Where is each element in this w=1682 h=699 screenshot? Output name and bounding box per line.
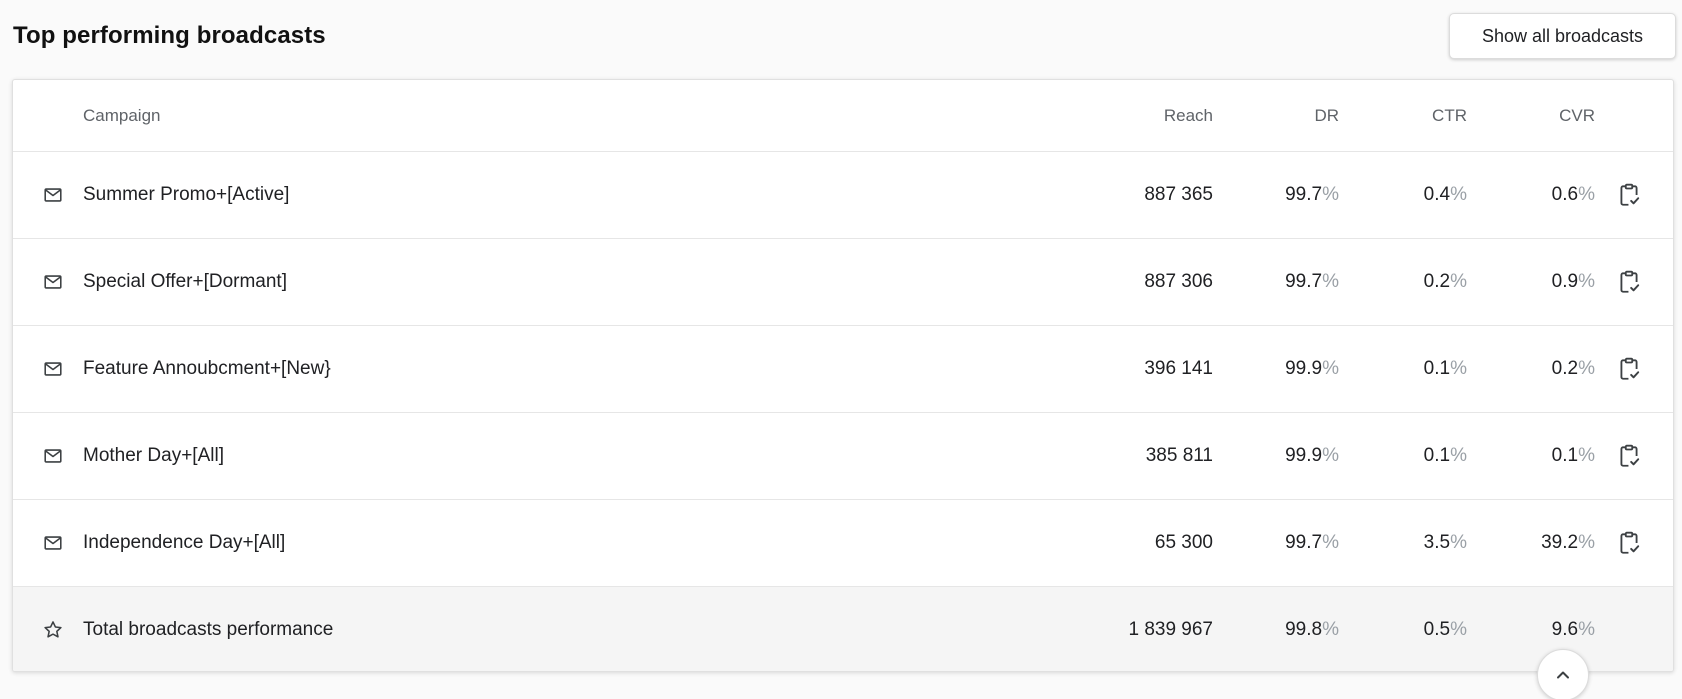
column-header-campaign[interactable]: Campaign <box>83 80 683 151</box>
campaign-name[interactable]: Special Offer+[Dormant] <box>83 239 683 325</box>
reach-value: 887 306 <box>1144 271 1213 292</box>
dr-value: 99.9% <box>1285 445 1339 466</box>
clipboard-check-icon[interactable] <box>1613 152 1645 238</box>
clipboard-check-icon[interactable] <box>1613 413 1645 499</box>
ctr-value: 0.4% <box>1423 184 1467 205</box>
table-row[interactable]: Feature Annoubcment+[New} 396 141 99.9% … <box>13 326 1673 413</box>
total-dr: 99.8% <box>1285 618 1339 640</box>
cvr-value: 0.1% <box>1551 445 1595 466</box>
mail-icon <box>41 326 65 412</box>
show-all-broadcasts-button[interactable]: Show all broadcasts <box>1449 13 1676 59</box>
clipboard-check-icon[interactable] <box>1613 239 1645 325</box>
chevron-up-icon <box>1553 665 1573 685</box>
campaign-name[interactable]: Mother Day+[All] <box>83 413 683 499</box>
cvr-value: 39.2% <box>1541 532 1595 553</box>
table-body: Summer Promo+[Active] 887 365 99.7% 0.4%… <box>13 152 1673 587</box>
reach-value: 887 365 <box>1144 184 1213 205</box>
page: Top performing broadcasts Show all broad… <box>0 0 1682 699</box>
column-header-ctr[interactable]: CTR <box>1339 80 1467 151</box>
cvr-value: 0.9% <box>1551 271 1595 292</box>
column-header-cvr[interactable]: CVR <box>1467 80 1595 151</box>
mail-icon <box>41 239 65 325</box>
reach-value: 396 141 <box>1144 358 1213 379</box>
dr-value: 99.7% <box>1285 532 1339 553</box>
dr-value: 99.7% <box>1285 271 1339 292</box>
total-label: Total broadcasts performance <box>83 618 334 640</box>
clipboard-check-icon[interactable] <box>1613 500 1645 586</box>
clipboard-check-icon[interactable] <box>1613 326 1645 412</box>
column-header-reach[interactable]: Reach <box>993 80 1213 151</box>
campaign-name[interactable]: Feature Annoubcment+[New} <box>83 326 683 412</box>
total-reach: 1 839 967 <box>1128 618 1213 640</box>
section-header: Top performing broadcasts Show all broad… <box>0 0 1682 72</box>
table-row[interactable]: Summer Promo+[Active] 887 365 99.7% 0.4%… <box>13 152 1673 239</box>
mail-icon <box>41 500 65 586</box>
dr-value: 99.9% <box>1285 358 1339 379</box>
mail-icon <box>41 413 65 499</box>
cvr-value: 0.6% <box>1551 184 1595 205</box>
total-ctr: 0.5% <box>1423 618 1467 640</box>
table-row[interactable]: Mother Day+[All] 385 811 99.9% 0.1% 0.1% <box>13 413 1673 500</box>
ctr-value: 0.1% <box>1423 445 1467 466</box>
broadcasts-table: Campaign Reach DR CTR CVR Summer Promo+[… <box>12 79 1674 672</box>
reach-value: 385 811 <box>1145 445 1213 466</box>
table-row[interactable]: Independence Day+[All] 65 300 99.7% 3.5%… <box>13 500 1673 587</box>
star-icon <box>41 587 65 671</box>
table-row[interactable]: Special Offer+[Dormant] 887 306 99.7% 0.… <box>13 239 1673 326</box>
total-row: Total broadcasts performance 1 839 967 9… <box>13 587 1673 671</box>
column-header-dr[interactable]: DR <box>1213 80 1339 151</box>
campaign-name[interactable]: Independence Day+[All] <box>83 500 683 586</box>
table-header-row: Campaign Reach DR CTR CVR <box>13 80 1673 152</box>
ctr-value: 0.1% <box>1423 358 1467 379</box>
campaign-name[interactable]: Summer Promo+[Active] <box>83 152 683 238</box>
reach-value: 65 300 <box>1154 532 1213 553</box>
scroll-to-top-button[interactable] <box>1537 649 1589 699</box>
ctr-value: 3.5% <box>1423 532 1467 553</box>
mail-icon <box>41 152 65 238</box>
ctr-value: 0.2% <box>1423 271 1467 292</box>
dr-value: 99.7% <box>1285 184 1339 205</box>
section-title: Top performing broadcasts <box>13 22 326 49</box>
cvr-value: 0.2% <box>1551 358 1595 379</box>
